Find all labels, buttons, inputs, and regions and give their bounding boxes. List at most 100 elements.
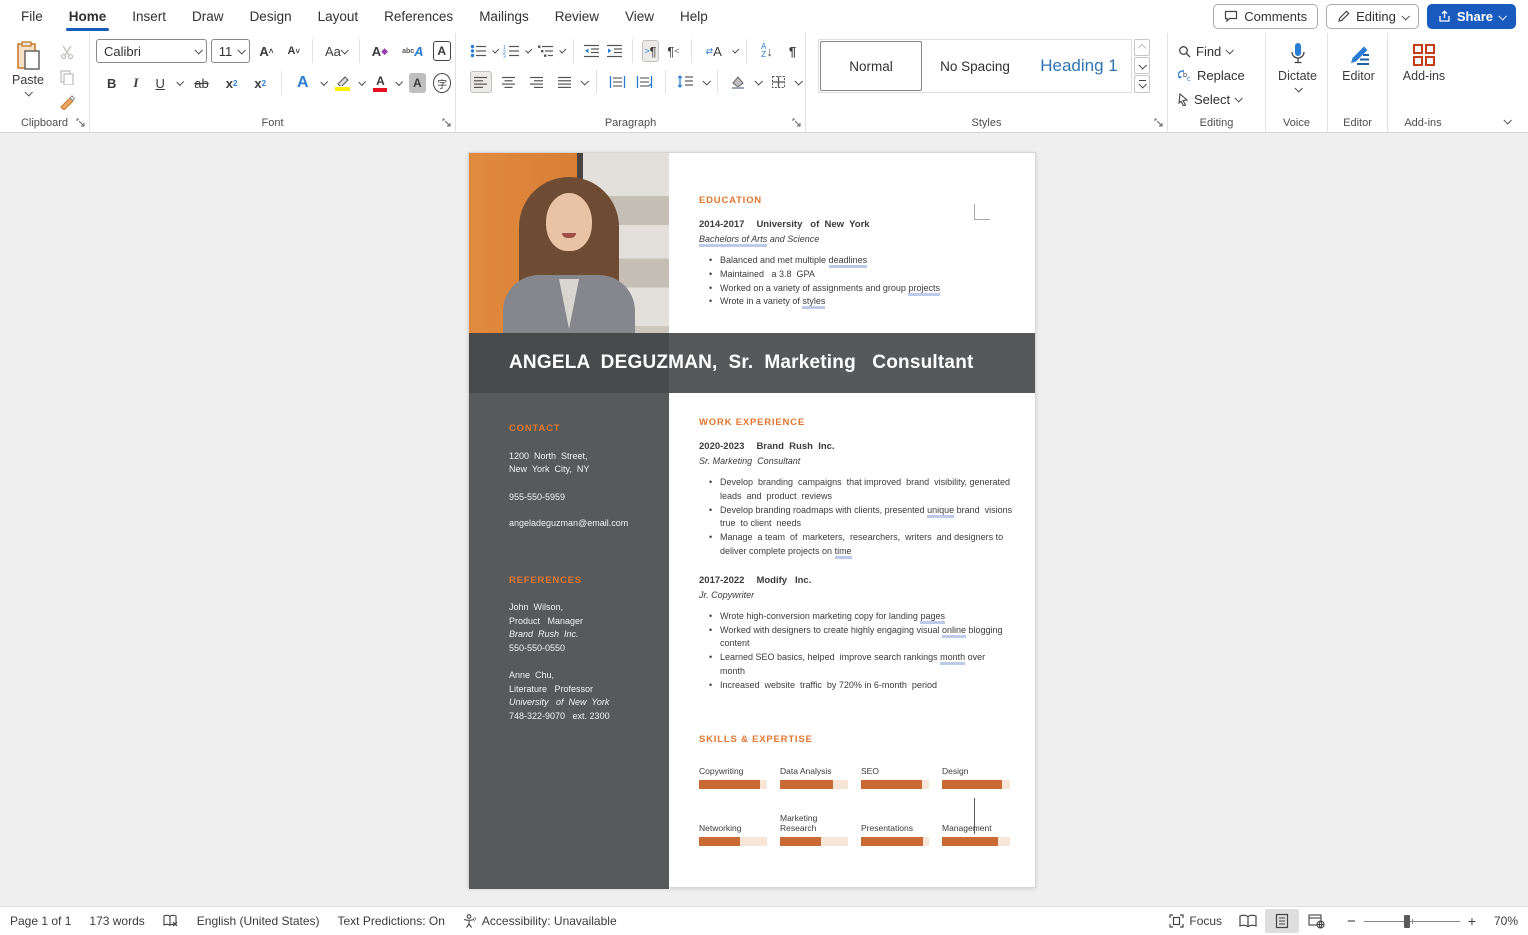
clipboard-dialog-launcher[interactable]: [76, 118, 86, 128]
styles-scroll-up-button[interactable]: [1134, 39, 1150, 56]
clear-formatting-button[interactable]: A◆: [367, 39, 393, 63]
font-dialog-launcher[interactable]: [442, 118, 452, 128]
asian-layout-button[interactable]: ⇄A: [701, 39, 727, 63]
paste-button[interactable]: Paste: [6, 39, 50, 96]
format-painter-button[interactable]: [56, 91, 78, 113]
highlight-color-button[interactable]: [333, 75, 352, 91]
underline-menu-chevron[interactable]: [176, 78, 184, 86]
tab-draw[interactable]: Draw: [179, 0, 237, 33]
cut-button[interactable]: [56, 41, 78, 63]
zoom-slider-thumb[interactable]: [1404, 915, 1410, 928]
tab-references[interactable]: References: [371, 0, 466, 33]
styles-more-button[interactable]: [1134, 75, 1150, 93]
asian-layout-chevron[interactable]: [732, 47, 739, 54]
borders-chevron[interactable]: [794, 77, 802, 85]
tab-home[interactable]: Home: [56, 0, 120, 33]
show-hide-paragraph-button[interactable]: ¶: [784, 39, 801, 63]
justify-chevron[interactable]: [581, 77, 589, 85]
bullets-button[interactable]: [470, 40, 487, 62]
tab-review[interactable]: Review: [542, 0, 612, 33]
text-effects-chevron[interactable]: [320, 78, 328, 86]
grow-font-button[interactable]: A˄: [254, 39, 278, 63]
font-size-combo[interactable]: 11: [211, 39, 251, 63]
ltr-text-direction-button[interactable]: >¶: [642, 40, 659, 62]
page-indicator[interactable]: Page 1 of 1: [10, 907, 80, 935]
text-predictions-indicator[interactable]: Text Predictions: On: [329, 907, 454, 935]
document-page[interactable]: ANGELA DEGUZMAN, Sr. Marketing Consultan…: [468, 152, 1036, 888]
align-left-button[interactable]: [470, 71, 492, 93]
font-name-combo[interactable]: Calibri: [96, 39, 207, 63]
numbering-chevron[interactable]: [526, 47, 533, 54]
bullets-chevron[interactable]: [492, 47, 499, 54]
enclose-characters-button[interactable]: 字: [433, 73, 451, 93]
align-center-button[interactable]: [498, 71, 520, 93]
word-count[interactable]: 173 words: [80, 907, 153, 935]
editing-mode-button[interactable]: Editing: [1326, 4, 1419, 29]
language-indicator[interactable]: English (United States): [188, 907, 329, 935]
tab-insert[interactable]: Insert: [119, 0, 179, 33]
change-case-button[interactable]: Aa: [320, 39, 352, 63]
addins-button[interactable]: Add-ins: [1394, 39, 1454, 83]
copy-button[interactable]: [56, 66, 78, 88]
editor-button[interactable]: Editor: [1334, 39, 1383, 83]
zoom-in-button[interactable]: +: [1468, 913, 1476, 929]
read-mode-button[interactable]: [1231, 909, 1265, 933]
align-right-button[interactable]: [526, 71, 548, 93]
web-layout-button[interactable]: [1299, 909, 1333, 933]
italic-button[interactable]: I: [128, 71, 143, 95]
focus-button[interactable]: Focus: [1160, 914, 1231, 928]
shading-button[interactable]: [727, 71, 749, 93]
tab-view[interactable]: View: [612, 0, 667, 33]
font-color-button[interactable]: A: [372, 74, 390, 92]
line-spacing-chevron[interactable]: [702, 77, 710, 85]
zoom-out-button[interactable]: −: [1347, 913, 1356, 930]
tab-help[interactable]: Help: [667, 0, 721, 33]
style-heading-1[interactable]: Heading 1: [1028, 41, 1130, 91]
rtl-text-direction-button[interactable]: ¶<: [665, 40, 682, 62]
superscript-button[interactable]: x2: [249, 71, 271, 95]
styles-scroll-down-button[interactable]: [1134, 57, 1150, 74]
comments-button[interactable]: Comments: [1213, 4, 1318, 29]
sort-button[interactable]: AZ↓: [756, 39, 778, 63]
dictate-button[interactable]: Dictate: [1272, 39, 1323, 92]
font-color-chevron[interactable]: [396, 78, 404, 86]
strikethrough-button[interactable]: ab: [189, 71, 213, 95]
phonetic-guide-button[interactable]: abcA: [397, 39, 428, 63]
numbering-button[interactable]: 123: [503, 40, 520, 62]
distribute-rows-button[interactable]: [606, 71, 628, 93]
tab-file[interactable]: File: [8, 0, 56, 33]
share-button[interactable]: Share: [1427, 4, 1516, 29]
zoom-slider[interactable]: [1364, 921, 1460, 922]
character-border-button[interactable]: A: [433, 41, 451, 61]
tab-design[interactable]: Design: [237, 0, 305, 33]
paragraph-dialog-launcher[interactable]: [792, 118, 802, 128]
shrink-font-button[interactable]: A˅: [282, 39, 305, 63]
accessibility-status[interactable]: ? Accessibility: Unavailable: [454, 907, 626, 935]
underline-button[interactable]: U: [150, 71, 169, 95]
print-layout-button[interactable]: [1265, 909, 1299, 933]
document-canvas[interactable]: ANGELA DEGUZMAN, Sr. Marketing Consultan…: [0, 133, 1528, 906]
proofing-status[interactable]: [154, 907, 188, 935]
find-button[interactable]: Find: [1178, 39, 1261, 63]
multilevel-list-button[interactable]: [537, 40, 554, 62]
highlight-color-chevron[interactable]: [359, 78, 367, 86]
decrease-indent-button[interactable]: [583, 40, 600, 62]
text-effects-button[interactable]: A: [292, 71, 314, 95]
increase-indent-button[interactable]: [606, 40, 623, 62]
subscript-button[interactable]: x2: [221, 71, 243, 95]
character-shading-button[interactable]: A: [409, 73, 427, 93]
styles-dialog-launcher[interactable]: [1154, 118, 1164, 128]
shading-chevron[interactable]: [755, 77, 763, 85]
style-normal[interactable]: Normal: [820, 41, 922, 91]
replace-button[interactable]: bc Replace: [1178, 63, 1261, 87]
collapse-ribbon-chevron[interactable]: [1503, 116, 1511, 124]
justify-button[interactable]: [553, 71, 575, 93]
multilevel-list-chevron[interactable]: [559, 47, 566, 54]
distribute-columns-button[interactable]: [634, 71, 656, 93]
tab-mailings[interactable]: Mailings: [466, 0, 542, 33]
borders-button[interactable]: [767, 71, 789, 93]
bold-button[interactable]: B: [102, 71, 121, 95]
tab-layout[interactable]: Layout: [305, 0, 372, 33]
select-button[interactable]: Select: [1178, 87, 1261, 111]
style-no-spacing[interactable]: No Spacing: [924, 41, 1026, 91]
